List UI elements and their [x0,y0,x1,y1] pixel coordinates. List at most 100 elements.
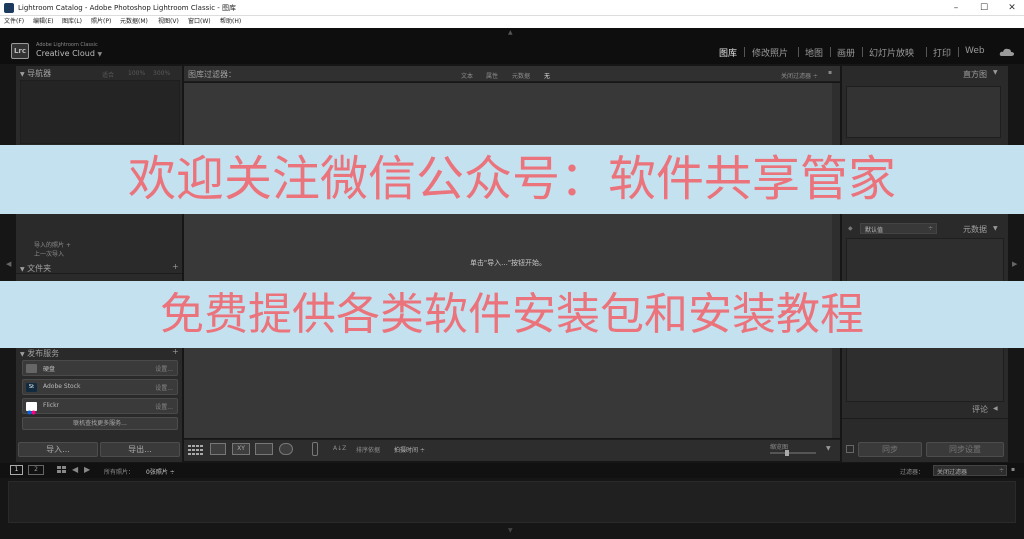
zoom-100[interactable]: 100% [128,70,145,77]
zoom-fit[interactable]: 适合 [102,70,114,79]
triangle-icon[interactable]: ◀ [993,405,998,412]
grid-view-icon[interactable] [188,445,204,455]
filmstrip-toggle[interactable]: ▼ [508,527,513,534]
creative-cloud-label[interactable]: Creative Cloud ▼ [36,49,102,58]
filmstrip-filter-label: 过滤器： [900,469,925,476]
people-view-icon[interactable] [279,443,293,455]
toolbar-menu-icon[interactable]: ▼ [826,445,831,452]
menu-metadata[interactable]: 元数据(M) [120,16,148,28]
service-adobe-stock[interactable]: St Adobe Stock 设置... [22,379,178,395]
loupe-view-icon[interactable] [210,443,226,455]
histogram-header[interactable]: 直方图 [963,69,987,80]
select-arrows-icon: ÷ [998,467,1004,474]
menu-library[interactable]: 图库(L) [62,16,82,28]
compare-view-icon[interactable]: XY [232,443,250,455]
module-print[interactable]: 打印 [933,46,951,59]
minimize-button[interactable]: – [942,0,970,16]
filter-tab-none[interactable]: 无 [544,71,550,80]
preset-icon[interactable]: ◆ [848,225,853,232]
menu-file[interactable]: 文件(F) [4,16,24,28]
close-button[interactable]: ✕ [998,0,1024,16]
export-button[interactable]: 导出... [100,442,180,457]
module-map[interactable]: 地图 [805,46,823,59]
sync-button[interactable]: 同步 [858,442,922,457]
module-develop[interactable]: 修改照片 [752,46,788,59]
module-library[interactable]: 图库 [719,46,737,59]
thumbnail-slider[interactable] [770,452,816,454]
service-name: Adobe Stock [43,383,81,390]
source-count-select[interactable]: 0张照片 ÷ [146,467,175,476]
menu-view[interactable]: 视图(V) [158,16,179,28]
filmstrip-filter-value: 关闭过滤器 [937,469,968,476]
main-window-button[interactable]: 1 [10,465,23,475]
menu-help[interactable]: 帮助(H) [220,16,241,28]
top-panel-toggle[interactable]: ▲ [508,29,513,36]
menu-edit[interactable]: 编辑(E) [33,16,53,28]
right-panel-toggle[interactable]: ▶ [1012,260,1017,268]
menu-window[interactable]: 窗口(W) [188,16,211,28]
menu-bar: 文件(F) 编辑(E) 图库(L) 照片(P) 元数据(M) 视图(V) 窗口(… [0,16,1024,28]
module-slideshow[interactable]: 幻灯片放映 [869,46,914,59]
filter-tab-attribute[interactable]: 属性 [486,71,498,80]
painter-icon[interactable] [312,442,318,456]
metadata-preset-value: 默认值 [865,227,884,234]
module-separator [744,47,745,57]
filmstrip[interactable] [8,481,1016,523]
left-panel-toggle[interactable]: ◀ [6,260,11,268]
forward-arrow-icon[interactable]: ▶ [84,465,90,474]
service-harddrive[interactable]: 硬盘 设置... [22,360,178,376]
filter-tab-text[interactable]: 文本 [461,71,473,80]
watermark-banner-bottom: 免费提供各类软件安装包和安装教程 [0,281,1024,348]
catalog-previous-import[interactable]: 上一次导入 [34,249,64,258]
cloud-icon[interactable] [999,47,1015,57]
divider [16,273,182,274]
lock-icon[interactable]: ▪ [828,69,832,76]
metadata-preset-select[interactable]: 默认值 ÷ [860,223,937,234]
service-setup[interactable]: 设置... [155,364,173,373]
find-more-services-button[interactable]: 联机查找更多服务... [22,417,178,430]
module-web[interactable]: Web [965,46,985,56]
comments-header[interactable]: 评论 [972,404,988,415]
caret-down-icon: ▼ [97,51,103,58]
filmstrip-filter-select[interactable]: 关闭过滤器 ÷ [933,465,1007,476]
service-setup[interactable]: 设置... [155,383,173,392]
survey-view-icon[interactable] [255,443,273,455]
import-button[interactable]: 导入... [18,442,98,457]
back-arrow-icon[interactable]: ◀ [72,465,78,474]
triangle-icon: ▼ [20,266,25,273]
metadata-header[interactable]: 元数据 [963,224,987,235]
app-icon [4,3,14,13]
navigator-preview[interactable] [20,80,180,144]
second-window-button[interactable]: 2 [28,465,44,475]
thumbnail-slider-knob[interactable] [785,450,789,456]
module-book[interactable]: 画册 [837,46,855,59]
grid-small-icon[interactable] [57,466,67,474]
zoom-300[interactable]: 300% [153,70,170,77]
catalog-imported[interactable]: 导入的照片 + [34,240,71,249]
auto-sync-toggle[interactable] [846,445,854,453]
service-setup[interactable]: 设置... [155,402,173,411]
sync-settings-button[interactable]: 同步设置 [926,442,1004,457]
filter-preset-select[interactable]: 关闭过滤器 ÷ [781,71,818,80]
filter-lock-icon[interactable]: ▪ [1011,466,1015,473]
lrc-logo: Lrc [11,43,29,59]
navigator-header[interactable]: ▼ 导航器 [20,68,51,79]
filter-tab-metadata[interactable]: 元数据 [512,71,530,80]
divider [842,418,1008,419]
triangle-icon[interactable]: ▼ [993,69,998,76]
sort-select[interactable]: 拍摄时间 ÷ [394,445,425,454]
service-flickr[interactable]: Flickr 设置... [22,398,178,415]
harddrive-icon [26,364,37,373]
navigator-title: 导航器 [27,69,52,78]
window-title: Lightroom Catalog - Adobe Photoshop Ligh… [18,4,237,12]
sort-direction-icon[interactable]: A↓Z [333,445,346,452]
maximize-button[interactable]: ☐ [970,0,998,16]
grid-scrollbar[interactable] [832,83,840,438]
publish-header[interactable]: ▼ 发布服务 [20,348,59,359]
add-folder-button[interactable]: + [172,262,179,271]
add-publish-button[interactable]: + [172,347,179,356]
adobe-stock-icon: St [26,383,37,392]
menu-photo[interactable]: 照片(P) [91,16,111,28]
module-separator [862,47,863,57]
triangle-icon[interactable]: ▼ [993,225,998,232]
